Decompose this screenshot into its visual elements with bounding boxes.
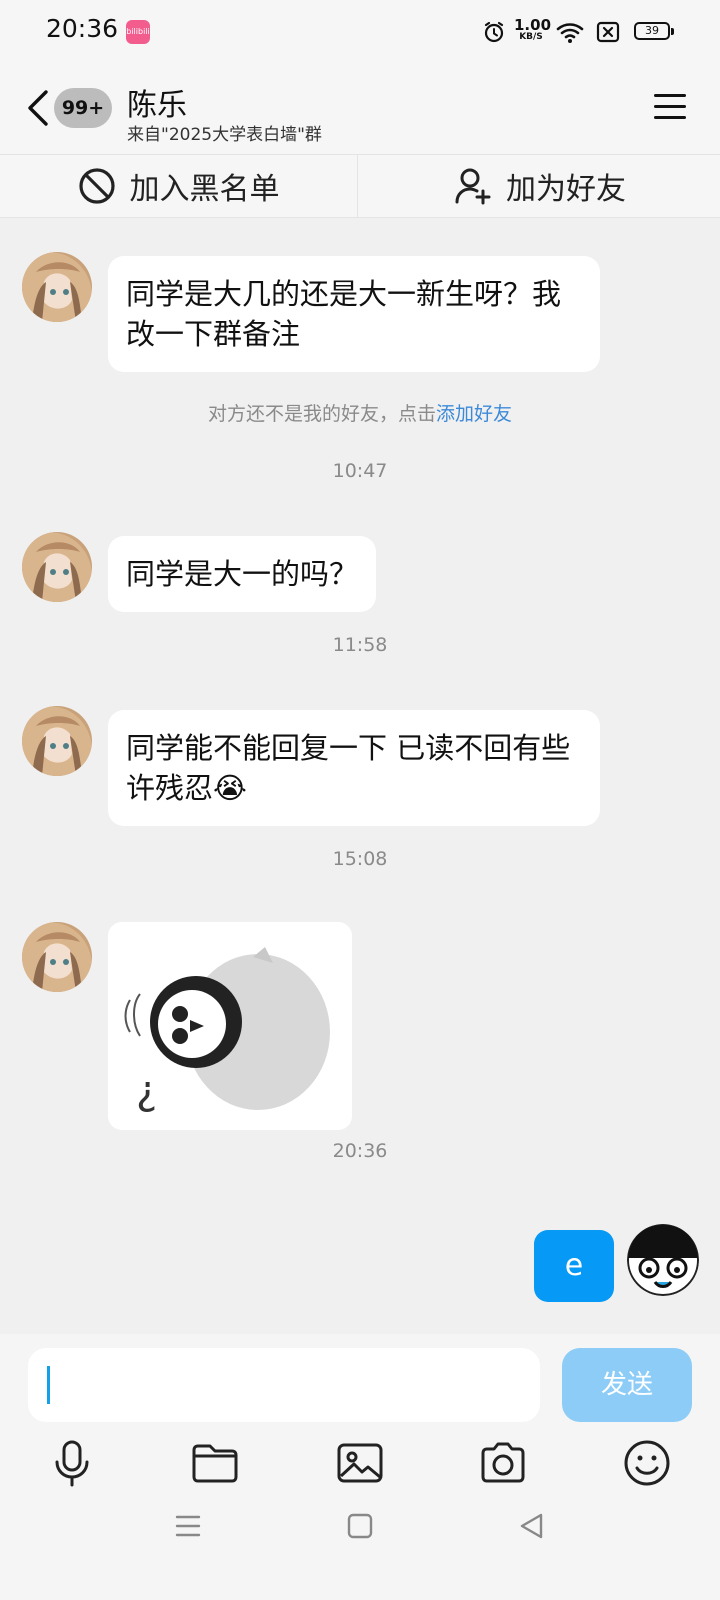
sticker-message[interactable]: ¿ bbox=[108, 922, 352, 1130]
menu-icon-line bbox=[654, 105, 686, 108]
alarm-icon bbox=[484, 21, 504, 43]
message-bubble[interactable]: 同学是大几的还是大一新生呀？我改一下群备注 bbox=[108, 256, 600, 372]
my-message-bubble[interactable]: e bbox=[534, 1230, 614, 1302]
timestamp: 15:08 bbox=[332, 848, 388, 870]
menu-icon-line bbox=[654, 94, 686, 97]
message-bubble[interactable]: 同学是大一的吗？ bbox=[108, 536, 377, 612]
block-icon bbox=[78, 168, 115, 204]
chat-header: 99+ 陈乐 来自"2025大学表白墙"群 bbox=[0, 66, 720, 154]
recent-apps-icon[interactable] bbox=[174, 1512, 202, 1540]
status-time: 20:36 bbox=[46, 14, 119, 43]
menu-button[interactable] bbox=[654, 94, 686, 122]
contact-avatar[interactable] bbox=[22, 706, 92, 776]
contact-avatar[interactable] bbox=[22, 922, 92, 992]
block-button[interactable]: 加入黑名单 bbox=[0, 155, 358, 217]
wifi-icon bbox=[556, 23, 584, 43]
message-text: 同学能不能回复一下 已读不回有些许残忍😭 bbox=[126, 731, 571, 805]
text-cursor bbox=[47, 1366, 50, 1404]
not-friend-notice: 对方还不是我的好友，点击添加好友 bbox=[0, 399, 720, 426]
chat-messages[interactable]: 同学是大几的还是大一新生呀？我改一下群备注 对方还不是我的好友，点击添加好友 1… bbox=[0, 218, 720, 1334]
bilibili-app-icon: bilibili bbox=[126, 20, 150, 44]
menu-icon-line bbox=[654, 116, 686, 119]
contact-avatar[interactable] bbox=[22, 252, 92, 322]
add-friend-link[interactable]: 添加好友 bbox=[436, 403, 512, 425]
message-text: 同学是大一的吗？ bbox=[126, 557, 359, 591]
home-icon[interactable] bbox=[346, 1512, 374, 1540]
add-friend-button[interactable]: 加为好友 bbox=[360, 155, 720, 217]
timestamp: 10:47 bbox=[332, 460, 388, 482]
block-label: 加入黑名单 bbox=[129, 172, 280, 207]
unread-count-badge[interactable]: 99+ bbox=[54, 88, 112, 128]
notice-text: 对方还不是我的好友，点击 bbox=[207, 403, 436, 425]
contact-avatar[interactable] bbox=[22, 532, 92, 602]
stranger-action-bar: 加入黑名单 加为好友 bbox=[0, 154, 720, 218]
back-nav-icon[interactable] bbox=[518, 1512, 546, 1540]
timestamp: 20:36 bbox=[332, 1140, 388, 1162]
status-indicators: 1.00 KB/S 39 bbox=[482, 16, 674, 48]
contact-name: 陈乐 bbox=[127, 88, 187, 123]
message-text: 同学是大几的还是大一新生呀？我改一下群备注 bbox=[126, 277, 562, 351]
back-button[interactable] bbox=[24, 88, 52, 128]
svg-text:¿: ¿ bbox=[136, 1068, 157, 1114]
timestamp: 11:58 bbox=[332, 634, 388, 656]
my-avatar[interactable] bbox=[627, 1224, 699, 1296]
system-navigation-bar bbox=[0, 1480, 720, 1600]
sim-no-signal-icon bbox=[596, 21, 620, 43]
app-badge-label: bilibili bbox=[126, 27, 150, 36]
network-speed: 1.00 KB/S bbox=[514, 18, 551, 43]
battery-indicator: 39 bbox=[634, 22, 674, 40]
penguin-sticker-icon: ¿ bbox=[108, 922, 352, 1130]
contact-source: 来自"2025大学表白墙"群 bbox=[127, 125, 322, 145]
status-bar: 20:36 bilibili 1.00 KB/S 39 bbox=[0, 0, 720, 66]
message-bubble[interactable]: 同学能不能回复一下 已读不回有些许残忍😭 bbox=[108, 710, 600, 826]
add-friend-label: 加为好友 bbox=[506, 172, 626, 207]
add-user-icon bbox=[455, 168, 491, 205]
message-input[interactable] bbox=[28, 1348, 540, 1422]
send-button[interactable]: 发送 bbox=[562, 1348, 692, 1422]
